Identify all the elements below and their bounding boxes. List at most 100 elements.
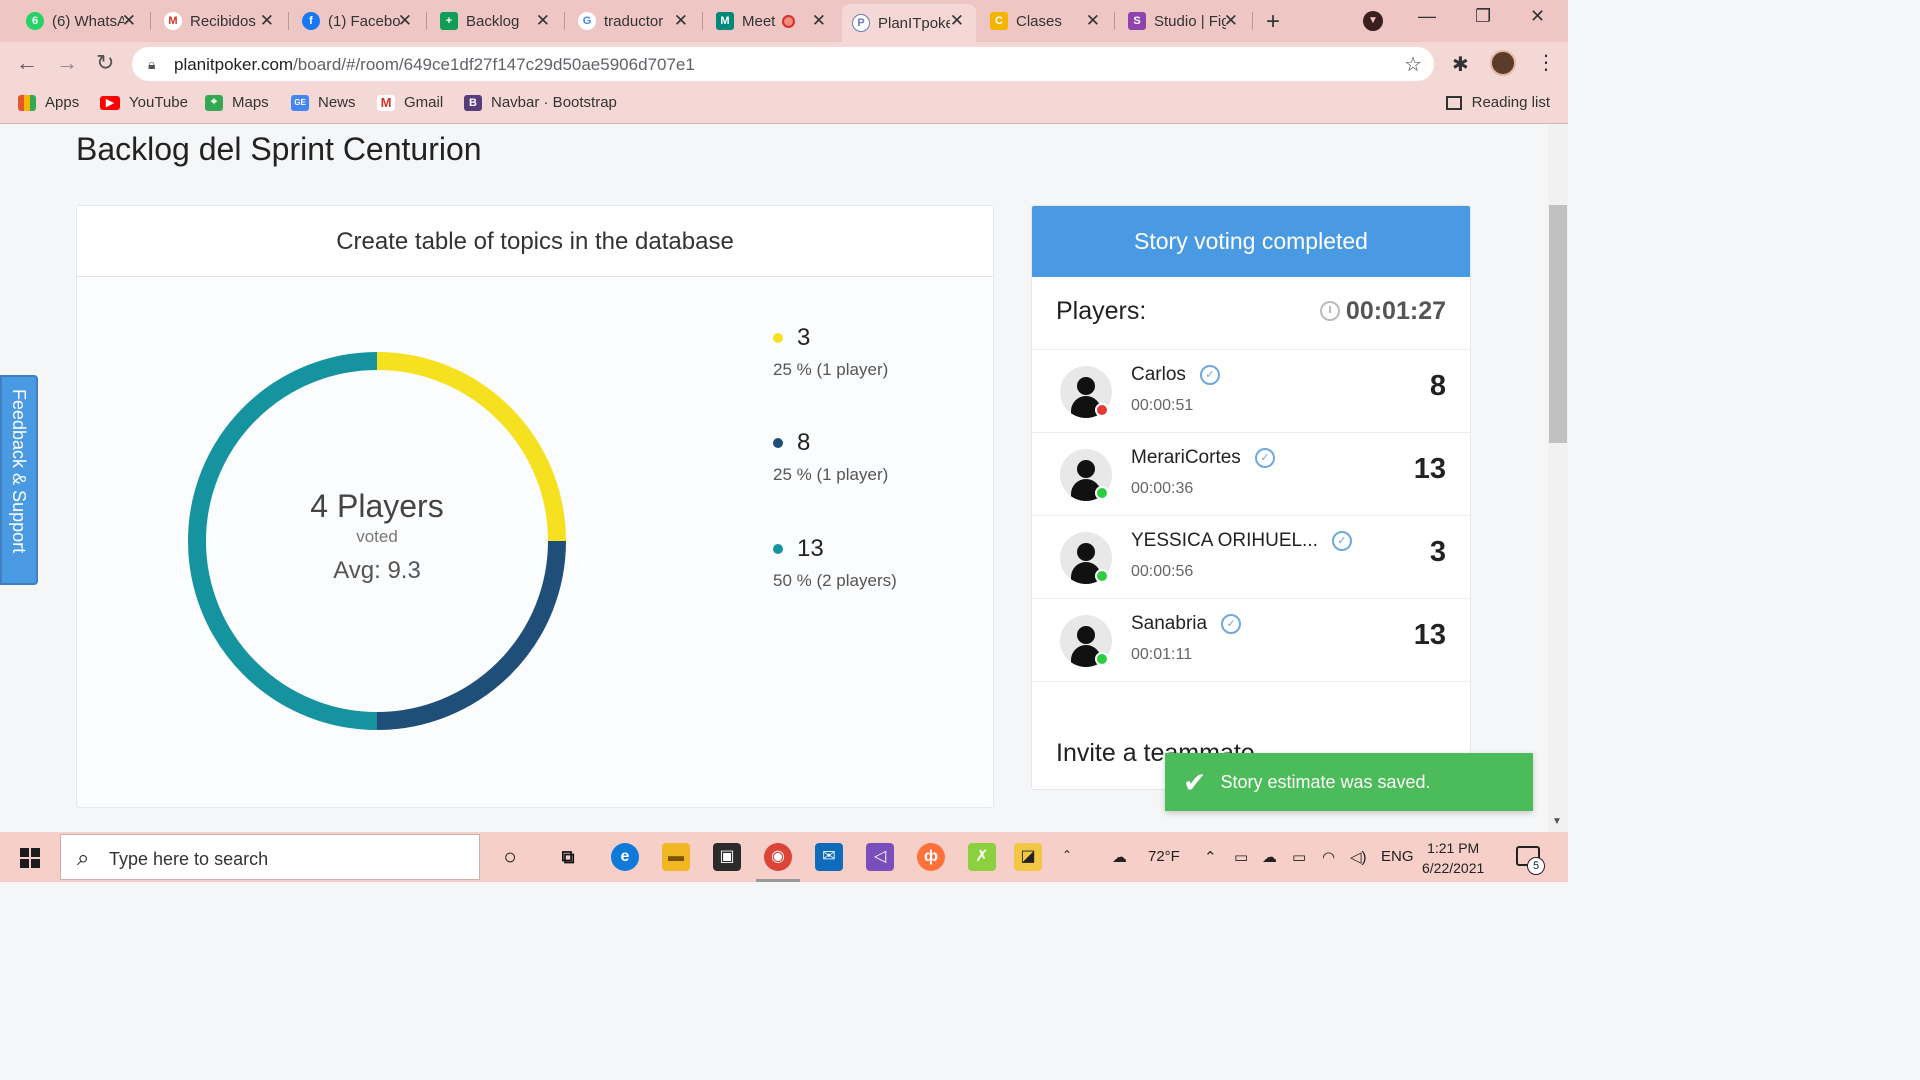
overflow-arrows-icon[interactable]: ⌃ — [1062, 848, 1072, 862]
player-name: YESSICA ORIHUEL... — [1131, 530, 1318, 551]
store-icon[interactable]: ▣ — [713, 843, 741, 871]
wifi-icon[interactable]: ◠ — [1322, 848, 1335, 866]
close-icon[interactable]: ✕ — [398, 11, 412, 31]
check-circle-icon: ✓ — [1331, 531, 1352, 551]
omnibox[interactable]: 🔒︎ planitpoker.com/board/#/room/649ce1df… — [132, 47, 1434, 81]
tab-facebook[interactable]: f (1) Facebook ✕ — [292, 4, 424, 38]
bookmark-maps[interactable]: ⌖ Maps — [205, 94, 269, 111]
taskbar-clock[interactable]: 1:21 PM 6/22/2021 — [1422, 838, 1484, 878]
player-name: MerariCortes — [1131, 447, 1241, 468]
player-row: MerariCortes ✓ 00:00:36 13 — [1032, 433, 1470, 516]
player-row: YESSICA ORIHUEL... ✓ 00:00:56 3 — [1032, 516, 1470, 599]
close-window-button[interactable]: ✕ — [1530, 6, 1545, 27]
bookmark-bootstrap[interactable]: B Navbar · Bootstrap — [464, 94, 617, 111]
edge-icon[interactable]: e — [611, 843, 639, 871]
weather-temp[interactable]: 72°F — [1148, 848, 1180, 865]
players-header: Players: 00:01:27 — [1032, 277, 1470, 350]
reload-button[interactable]: ↻ — [96, 50, 114, 76]
close-icon[interactable]: ✕ — [950, 11, 964, 31]
mail-icon[interactable]: ✉ — [815, 843, 843, 871]
tab-traductor[interactable]: G traductor ✕ — [568, 4, 700, 38]
scroll-down-arrow-icon[interactable]: ▼ — [1552, 816, 1562, 827]
recording-icon — [782, 14, 795, 28]
language-indicator[interactable]: ENG — [1381, 848, 1414, 865]
bookmark-star-icon[interactable]: ☆ — [1404, 52, 1422, 77]
task-view-icon[interactable]: ⧉ — [554, 843, 582, 871]
player-row: Sanabria ✓ 00:01:11 13 — [1032, 599, 1470, 682]
firefox-icon[interactable]: ф — [917, 843, 945, 871]
tab-meet[interactable]: M Meet ✕ — [706, 4, 838, 38]
reading-list-button[interactable]: Reading list — [1445, 94, 1550, 111]
legend-dot — [773, 544, 783, 554]
check-circle-icon: ✓ — [1221, 614, 1242, 634]
extensions-icon[interactable]: ✱ — [1452, 52, 1469, 77]
bookmark-news[interactable]: GE News — [291, 94, 356, 111]
onedrive-icon[interactable]: ☁ — [1262, 848, 1277, 866]
restore-button[interactable]: ❐ — [1475, 6, 1491, 27]
whatsapp-icon: 6 — [26, 12, 44, 30]
menu-kebab-icon[interactable]: ⋮ — [1536, 50, 1556, 75]
forward-button[interactable]: → — [56, 50, 78, 76]
tab-whatsapp[interactable]: 6 (6) WhatsApp ✕ — [16, 4, 148, 38]
story-results-card: Create table of topics in the database 4… — [76, 205, 994, 808]
bookmark-youtube[interactable]: ▶ YouTube — [100, 94, 188, 111]
address-bar-row: ← → ↻ 🔒︎ planitpoker.com/board/#/room/64… — [0, 42, 1568, 86]
close-icon[interactable]: ✕ — [122, 11, 136, 31]
bookmarks-bar: Apps ▶ YouTube ⌖ Maps GE News M Gmail B … — [0, 86, 1568, 124]
classroom-icon: C — [990, 12, 1008, 30]
bookmark-gmail[interactable]: M Gmail — [377, 94, 443, 111]
close-icon[interactable]: ✕ — [674, 11, 688, 31]
toast-message: Story estimate was saved. — [1220, 771, 1431, 792]
close-icon[interactable]: ✕ — [536, 11, 550, 31]
tab-planitpoker[interactable]: P PlanITpoker ✕ — [842, 4, 976, 42]
player-row: Carlos ✓ 00:00:51 8 — [1032, 350, 1470, 433]
cortana-icon[interactable]: ○ — [496, 843, 524, 871]
new-tab-button[interactable]: + — [1266, 8, 1280, 36]
close-icon[interactable]: ✕ — [812, 11, 826, 31]
profile-avatar[interactable] — [1490, 50, 1516, 76]
status-indicator — [1095, 569, 1109, 583]
close-icon[interactable]: ✕ — [1086, 11, 1100, 31]
visual-studio-icon[interactable]: ◁ — [866, 843, 894, 871]
legend-item: 8 25 % (1 player) — [773, 429, 888, 485]
page-title: Backlog del Sprint Centurion — [76, 131, 482, 167]
show-hidden-icons-icon[interactable]: ⌃ — [1204, 848, 1217, 866]
check-icon: ✔ — [1183, 766, 1207, 798]
tools-icon[interactable]: ✗ — [968, 843, 996, 871]
player-name: Sanabria — [1131, 613, 1208, 634]
players-count: 4 Players — [310, 488, 444, 524]
legend-value: 8 — [797, 429, 811, 456]
chrome-icon[interactable]: ◉ — [764, 843, 792, 871]
close-icon[interactable]: ✕ — [1224, 11, 1238, 31]
close-icon[interactable]: ✕ — [260, 11, 274, 31]
scrollbar-thumb[interactable] — [1549, 205, 1567, 443]
file-explorer-icon[interactable]: ▬ — [662, 843, 690, 871]
tab-gmail[interactable]: M Recibidos ✕ — [154, 4, 286, 38]
lock-icon[interactable]: 🔒︎ — [148, 56, 155, 73]
players-label: Players: — [1056, 297, 1147, 325]
tab-clases[interactable]: C Clases ✕ — [980, 4, 1112, 38]
tab-backlog-sheet[interactable]: + Backlog ✕ — [430, 4, 562, 38]
legend-detail: 25 % (1 player) — [773, 360, 889, 379]
taskbar-search-box[interactable]: ⌕ Type here to search — [60, 834, 480, 880]
meet-now-icon[interactable]: ▭ — [1234, 848, 1248, 866]
tab-search-icon[interactable]: ▼ — [1363, 11, 1383, 31]
status-indicator — [1095, 652, 1109, 666]
sheets-icon: + — [440, 12, 458, 30]
weather-cloud-icon[interactable]: ☁ — [1112, 848, 1127, 866]
tab-studio[interactable]: S Studio | Figma ✕ — [1118, 4, 1250, 38]
sticky-notes-icon[interactable]: ◪ — [1014, 843, 1042, 871]
volume-icon[interactable]: ◁) — [1350, 848, 1367, 866]
notification-count: 5 — [1527, 857, 1545, 875]
battery-icon[interactable]: ▭ — [1292, 848, 1306, 866]
windows-start-icon[interactable] — [20, 848, 40, 868]
meet-icon: M — [716, 12, 734, 30]
player-vote: 8 — [1429, 370, 1446, 402]
back-button[interactable]: ← — [16, 50, 38, 76]
bookmark-apps[interactable]: Apps — [18, 94, 79, 111]
reading-list-icon — [1445, 95, 1462, 110]
minimize-button[interactable]: — — [1418, 6, 1436, 27]
votes-donut-chart — [188, 352, 566, 730]
average-vote: Avg: 9.3 — [333, 557, 421, 584]
feedback-support-tab[interactable]: Feedback & Support — [0, 375, 38, 585]
